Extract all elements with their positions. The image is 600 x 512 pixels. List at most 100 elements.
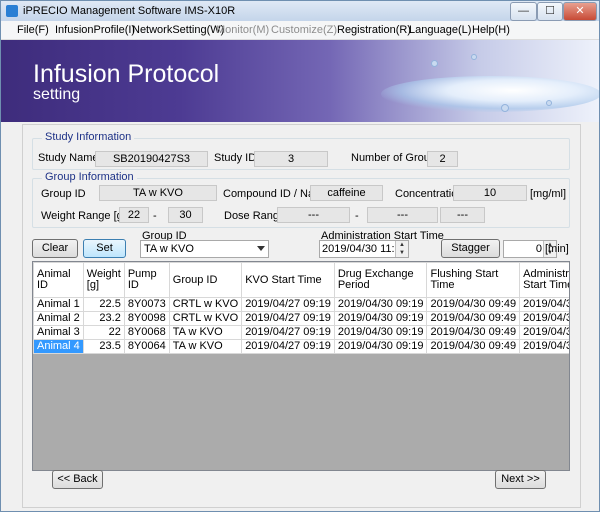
- dose-range-separator: -: [355, 210, 359, 222]
- cell-flushing-start[interactable]: 2019/04/30 09:49: [426, 325, 521, 340]
- concentration-unit: [mg/ml]: [530, 188, 567, 200]
- study-name-label: Study Name: [38, 152, 99, 164]
- banner-title: Infusion Protocol: [33, 60, 220, 88]
- header-banner: Infusion Protocol setting: [1, 40, 599, 122]
- table-row[interactable]: Animal 1 22.5 8Y0073 CRTL w KVO 2019/04/…: [33, 297, 569, 312]
- app-icon: [6, 5, 18, 17]
- group-info-section: Group Information Group ID TA w KVO Comp…: [32, 171, 570, 228]
- cell-animal-id[interactable]: Animal 2: [33, 311, 84, 326]
- cell-animal-id[interactable]: Animal 3: [33, 325, 84, 340]
- cell-pump-id[interactable]: 8Y0098: [123, 311, 170, 326]
- concentration-field: 10: [453, 185, 527, 201]
- group-id-dropdown[interactable]: TA w KVO: [140, 240, 269, 258]
- cell-kvo-start[interactable]: 2019/04/27 09:19: [241, 297, 335, 312]
- cell-group-id[interactable]: CRTL w KVO: [168, 297, 243, 312]
- cell-animal-id[interactable]: Animal 1: [33, 297, 84, 312]
- column-header-flushing-start[interactable]: Flushing Start Time: [426, 262, 521, 298]
- cell-drug-exchange[interactable]: 2019/04/30 09:19: [333, 339, 428, 354]
- menu-file[interactable]: File(F): [17, 24, 49, 36]
- column-header-pump-id[interactable]: Pump ID: [123, 262, 170, 298]
- cell-drug-exchange[interactable]: 2019/04/30 09:19: [333, 325, 428, 340]
- water-drop-graphic: [471, 54, 477, 60]
- cell-kvo-start[interactable]: 2019/04/27 09:19: [241, 339, 335, 354]
- column-header-group-id[interactable]: Group ID: [168, 262, 243, 298]
- admin-start-time-input[interactable]: 2019/04/30 11:00 ▲ ▼: [319, 240, 409, 258]
- set-button[interactable]: Set: [83, 239, 126, 258]
- menu-help[interactable]: Help(H): [472, 24, 510, 36]
- back-button[interactable]: << Back: [52, 470, 103, 489]
- clear-button[interactable]: Clear: [32, 239, 78, 258]
- cell-kvo-start[interactable]: 2019/04/27 09:19: [241, 325, 335, 340]
- close-button[interactable]: ✕: [563, 2, 597, 21]
- cell-group-id[interactable]: TA w KVO: [168, 325, 243, 340]
- group-info-title: Group Information: [42, 171, 137, 183]
- minimize-button[interactable]: —: [510, 2, 537, 21]
- cell-admin-start[interactable]: 2019/04/30 11:00: [519, 339, 569, 354]
- column-header-admin-start[interactable]: Administration Start Time: [519, 262, 569, 298]
- cell-drug-exchange[interactable]: 2019/04/30 09:19: [333, 311, 428, 326]
- table-row[interactable]: Animal 2 23.2 8Y0098 CRTL w KVO 2019/04/…: [33, 311, 569, 326]
- cell-animal-id[interactable]: Animal 4: [33, 339, 84, 354]
- cell-flushing-start[interactable]: 2019/04/30 09:49: [426, 311, 521, 326]
- menu-registration[interactable]: Registration(R): [337, 24, 411, 36]
- cell-drug-exchange[interactable]: 2019/04/30 09:19: [333, 297, 428, 312]
- cell-admin-start[interactable]: 2019/04/30 11:00: [519, 297, 569, 312]
- admin-start-time-spinner[interactable]: ▲ ▼: [395, 241, 408, 257]
- water-drop-graphic: [546, 100, 552, 106]
- menu-customize[interactable]: Customize(Z): [271, 24, 337, 36]
- cell-group-id[interactable]: CRTL w KVO: [168, 311, 243, 326]
- cell-flushing-start[interactable]: 2019/04/30 09:49: [426, 339, 521, 354]
- cell-pump-id[interactable]: 8Y0073: [123, 297, 170, 312]
- column-header-animal-id[interactable]: Animal ID: [33, 262, 84, 298]
- cell-group-id[interactable]: TA w KVO: [168, 339, 243, 354]
- weight-max-field: 30: [168, 207, 203, 223]
- column-header-weight[interactable]: Weight [g]: [82, 262, 125, 298]
- menu-language[interactable]: Language(L): [409, 24, 471, 36]
- column-header-drug-exchange[interactable]: Drug Exchange Period: [333, 262, 428, 298]
- next-button[interactable]: Next >>: [495, 470, 546, 489]
- animal-table-body: Animal ID Weight [g] Pump ID Group ID KV…: [33, 262, 569, 354]
- spin-down-icon[interactable]: ▼: [396, 249, 408, 257]
- chevron-down-icon: [257, 246, 265, 251]
- dose-min-field: ---: [277, 207, 350, 223]
- menu-bar: File(F) InfusionProfile(I) NetworkSettin…: [1, 21, 599, 40]
- table-header-row: Animal ID Weight [g] Pump ID Group ID KV…: [33, 262, 569, 298]
- cell-kvo-start[interactable]: 2019/04/27 09:19: [241, 311, 335, 326]
- study-info-title: Study Information: [42, 131, 135, 143]
- stagger-unit: [min]: [545, 243, 569, 255]
- cell-flushing-start[interactable]: 2019/04/30 09:49: [426, 297, 521, 312]
- menu-infusion-profile[interactable]: InfusionProfile(I): [55, 24, 135, 36]
- app-window: iPRECIO Management Software IMS-X10R — ☐…: [0, 0, 600, 512]
- water-drop-graphic: [431, 60, 438, 67]
- menu-monitor[interactable]: Monitor(M): [216, 24, 269, 36]
- water-drop-graphic: [501, 104, 509, 112]
- cell-pump-id[interactable]: 8Y0068: [123, 325, 170, 340]
- menu-network-setting[interactable]: NetworkSetting(W): [132, 24, 224, 36]
- cell-weight[interactable]: 22: [82, 325, 125, 340]
- weight-min-field: 22: [119, 207, 149, 223]
- title-bar[interactable]: iPRECIO Management Software IMS-X10R — ☐…: [1, 1, 599, 21]
- dose-unit-field: ---: [440, 207, 485, 223]
- dose-max-field: ---: [367, 207, 438, 223]
- cell-admin-start[interactable]: 2019/04/30 11:00: [519, 311, 569, 326]
- window-title: iPRECIO Management Software IMS-X10R: [23, 5, 236, 17]
- cell-admin-start[interactable]: 2019/04/30 11:00: [519, 325, 569, 340]
- group-id-field: TA w KVO: [99, 185, 217, 201]
- table-row[interactable]: Animal 3 22 8Y0068 TA w KVO 2019/04/27 0…: [33, 325, 569, 340]
- cell-weight[interactable]: 23.5: [82, 339, 125, 354]
- maximize-button[interactable]: ☐: [537, 2, 563, 21]
- column-header-kvo-start[interactable]: KVO Start Time: [241, 262, 335, 298]
- study-id-label: Study ID: [214, 152, 257, 164]
- weight-range-label: Weight Range [g]: [41, 210, 126, 222]
- stagger-button[interactable]: Stagger: [441, 239, 500, 258]
- cell-pump-id[interactable]: 8Y0064: [123, 339, 170, 354]
- banner-subtitle: setting: [33, 86, 81, 103]
- cell-weight[interactable]: 23.2: [82, 311, 125, 326]
- number-of-groups-field: 2: [427, 151, 458, 167]
- cell-weight[interactable]: 22.5: [82, 297, 125, 312]
- animal-table[interactable]: Animal ID Weight [g] Pump ID Group ID KV…: [32, 261, 570, 471]
- table-row-selected[interactable]: Animal 4 23.5 8Y0064 TA w KVO 2019/04/27…: [33, 339, 569, 354]
- water-splash-graphic: [381, 76, 599, 112]
- stagger-value: 0: [535, 243, 542, 255]
- main-panel: Study Information Study Name SB20190427S…: [22, 124, 581, 508]
